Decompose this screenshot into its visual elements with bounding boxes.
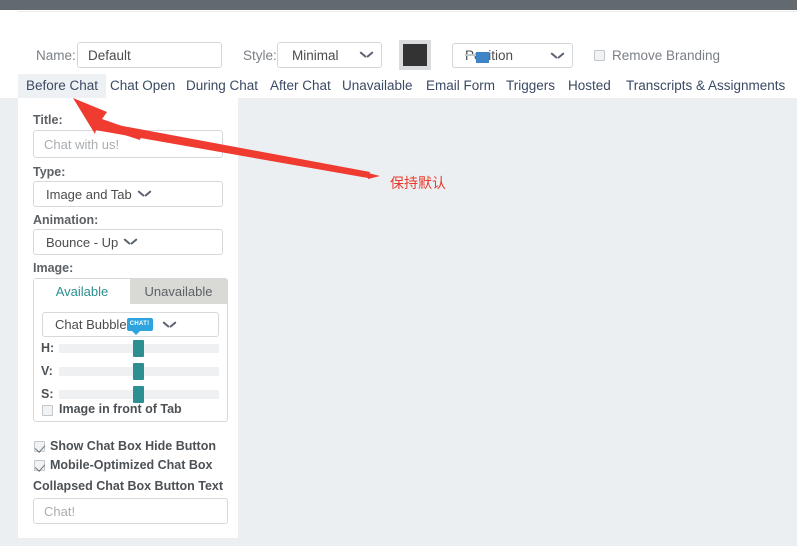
tab-during-chat[interactable]: During Chat: [178, 74, 266, 98]
chevron-down-icon: [138, 190, 151, 198]
tab-triggers[interactable]: Triggers: [498, 74, 563, 98]
slider-v-track[interactable]: [59, 363, 219, 380]
tab-email-form[interactable]: Email Form: [418, 74, 503, 98]
slider-v-label: V:: [41, 364, 53, 378]
animation-field-label: Animation:: [33, 213, 99, 227]
slider-s-handle[interactable]: [133, 386, 144, 403]
collapsed-text-label: Collapsed Chat Box Button Text: [33, 479, 224, 493]
chevron-down-icon: [360, 51, 373, 59]
image-tab-available[interactable]: Available: [34, 279, 130, 304]
image-source-value: Chat Bubble: [55, 317, 127, 332]
image-in-front-label: Image in front of Tab: [59, 402, 182, 416]
chat-widget-settings-page: Name: Style: Minimal Position Remove Bra…: [0, 0, 797, 546]
style-label: Style:: [243, 48, 277, 63]
chevron-down-icon: [124, 238, 137, 246]
tab-chat-open[interactable]: Chat Open: [102, 74, 183, 98]
style-dropdown-value: Minimal: [292, 47, 339, 63]
show-hide-button-checkbox[interactable]: [34, 441, 45, 452]
animation-dropdown[interactable]: Bounce - Up: [33, 229, 223, 255]
tab-before-chat[interactable]: Before Chat: [18, 74, 107, 98]
collapsed-text-input[interactable]: [33, 498, 228, 524]
image-field-label: Image:: [33, 261, 74, 275]
slider-h-label: H:: [41, 341, 55, 355]
image-tab-unavailable[interactable]: Unavailable: [130, 279, 227, 304]
mobile-optimized-label: Mobile-Optimized Chat Box: [50, 458, 213, 472]
settings-toolbar: Name: Style: Minimal Position Remove Bra…: [0, 12, 797, 74]
tab-transcripts-assignments[interactable]: Transcripts & Assignments: [618, 74, 793, 98]
slider-h-track[interactable]: [59, 340, 219, 357]
position-preview-icon: [465, 50, 491, 63]
tab-after-chat[interactable]: After Chat: [262, 74, 339, 98]
slider-s-label: S:: [41, 387, 54, 401]
slider-v-handle[interactable]: [133, 363, 144, 380]
slider-h-handle[interactable]: [133, 340, 144, 357]
chat-bubble-icon: CHAT!: [126, 318, 153, 335]
color-swatch-button[interactable]: [399, 40, 431, 70]
section-tab-bar: Before Chat Chat Open During Chat After …: [0, 74, 797, 99]
name-input[interactable]: [77, 42, 222, 68]
remove-branding-label: Remove Branding: [612, 48, 721, 63]
annotation-note: 保持默认: [390, 176, 446, 192]
type-field-label: Type:: [33, 165, 66, 179]
style-dropdown[interactable]: Minimal: [277, 42, 382, 68]
tab-unavailable[interactable]: Unavailable: [334, 74, 421, 98]
image-in-front-checkbox[interactable]: [42, 405, 53, 416]
top-bar: [0, 0, 797, 10]
show-hide-button-label: Show Chat Box Hide Button: [50, 439, 216, 453]
title-input[interactable]: [33, 130, 223, 158]
animation-dropdown-value: Bounce - Up: [46, 234, 119, 250]
image-source-dropdown[interactable]: Chat Bubble CHAT!: [42, 312, 219, 337]
remove-branding-checkbox[interactable]: [594, 50, 605, 61]
title-field-label: Title:: [33, 113, 63, 127]
slider-s-track[interactable]: [59, 386, 219, 403]
type-dropdown[interactable]: Image and Tab: [33, 181, 223, 207]
tab-hosted[interactable]: Hosted: [560, 74, 619, 98]
mobile-optimized-checkbox[interactable]: [34, 460, 45, 471]
chevron-down-icon: [163, 321, 176, 329]
name-label: Name:: [36, 48, 76, 63]
image-settings-box: Available Unavailable Chat Bubble CHAT! …: [33, 278, 228, 422]
chevron-down-icon: [551, 52, 564, 60]
type-dropdown-value: Image and Tab: [46, 186, 132, 202]
position-dropdown[interactable]: Position: [452, 43, 573, 68]
